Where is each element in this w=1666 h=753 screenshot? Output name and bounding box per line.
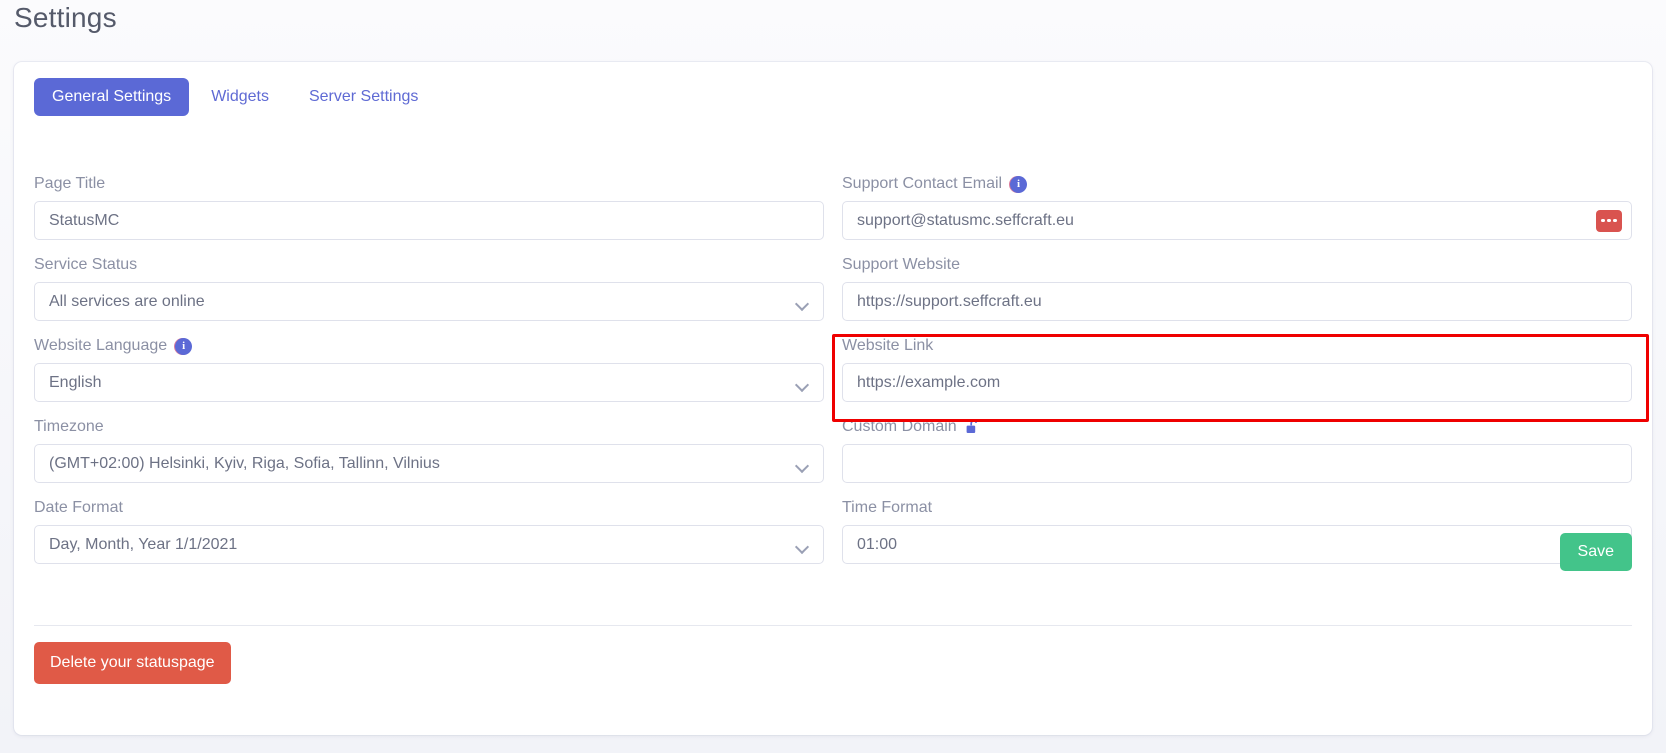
label-text: Website Link — [842, 337, 934, 355]
custom-domain-label: Custom Domain — [842, 417, 1632, 437]
label-text: Website Language — [34, 337, 168, 355]
page-title-value: StatusMC — [49, 211, 120, 229]
label-text: Support Contact Email — [842, 175, 1003, 193]
settings-card: General Settings Widgets Server Settings… — [14, 62, 1652, 735]
page-title: Settings — [14, 2, 117, 33]
support-website-label: Support Website — [842, 255, 1632, 275]
service-status-value: All services are online — [49, 292, 205, 310]
support-website-value: https://support.seffcraft.eu — [857, 292, 1042, 310]
field-support-contact-email: Support Contact Email i support@statusmc… — [842, 174, 1632, 242]
support-website-input[interactable]: https://support.seffcraft.eu — [842, 282, 1632, 321]
support-contact-email-value: support@statusmc.seffcraft.eu — [857, 211, 1074, 229]
field-website-link: Website Link https://example.com — [842, 336, 1632, 404]
settings-page: Settings General Settings Widgets Server… — [0, 0, 1666, 753]
custom-domain-input[interactable] — [842, 444, 1632, 483]
info-icon[interactable]: i — [175, 337, 193, 355]
field-page-title: Page Title StatusMC — [34, 174, 824, 242]
label-text: Custom Domain — [842, 418, 957, 436]
timezone-label: Timezone — [34, 417, 824, 437]
tab-widgets[interactable]: Widgets — [193, 78, 287, 116]
website-link-value: https://example.com — [857, 373, 1001, 391]
tab-server-settings[interactable]: Server Settings — [291, 78, 436, 116]
support-contact-email-label: Support Contact Email i — [842, 174, 1632, 194]
label-text: Time Format — [842, 499, 933, 517]
website-language-select[interactable]: English — [34, 363, 824, 402]
date-format-select[interactable]: Day, Month, Year 1/1/2021 — [34, 525, 824, 564]
field-custom-domain: Custom Domain — [842, 417, 1632, 485]
settings-tabs: General Settings Widgets Server Settings — [34, 78, 436, 116]
website-link-label: Website Link — [842, 336, 1632, 356]
support-contact-email-input[interactable]: support@statusmc.seffcraft.eu — [842, 201, 1632, 240]
general-settings-form: Page Title StatusMC Support Contact Emai… — [34, 174, 1632, 579]
section-divider — [34, 625, 1632, 626]
field-timezone: Timezone (GMT+02:00) Helsinki, Kyiv, Rig… — [34, 417, 824, 485]
website-link-input[interactable]: https://example.com — [842, 363, 1632, 402]
save-button[interactable]: Save — [1559, 533, 1632, 571]
time-format-label: Time Format — [842, 498, 1632, 518]
label-text: Service Status — [34, 256, 138, 274]
timezone-value: (GMT+02:00) Helsinki, Kyiv, Riga, Sofia,… — [49, 454, 440, 472]
field-time-format: Time Format 01:00 — [842, 498, 1632, 566]
timezone-select[interactable]: (GMT+02:00) Helsinki, Kyiv, Riga, Sofia,… — [34, 444, 824, 483]
date-format-value: Day, Month, Year 1/1/2021 — [49, 535, 238, 553]
field-website-language: Website Language i English — [34, 336, 824, 404]
tab-general-settings[interactable]: General Settings — [34, 78, 190, 116]
label-text: Support Website — [842, 256, 960, 274]
label-text: Timezone — [34, 418, 104, 436]
service-status-label: Service Status — [34, 255, 824, 275]
field-service-status: Service Status All services are online — [34, 255, 824, 323]
website-language-label: Website Language i — [34, 336, 824, 356]
page-title-input[interactable]: StatusMC — [34, 201, 824, 240]
field-date-format: Date Format Day, Month, Year 1/1/2021 — [34, 498, 824, 566]
label-text: Date Format — [34, 499, 123, 517]
delete-statuspage-button[interactable]: Delete your statuspage — [34, 642, 231, 684]
ellipsis-icon[interactable] — [1596, 209, 1622, 232]
service-status-select[interactable]: All services are online — [34, 282, 824, 321]
date-format-label: Date Format — [34, 498, 824, 518]
time-format-value: 01:00 — [857, 535, 898, 553]
info-icon[interactable]: i — [1010, 175, 1028, 193]
page-title-label: Page Title — [34, 174, 824, 194]
field-support-website: Support Website https://support.seffcraf… — [842, 255, 1632, 323]
unlock-icon[interactable] — [965, 419, 981, 436]
time-format-select[interactable]: 01:00 — [842, 525, 1632, 564]
label-text: Page Title — [34, 175, 106, 193]
website-language-value: English — [49, 373, 102, 391]
